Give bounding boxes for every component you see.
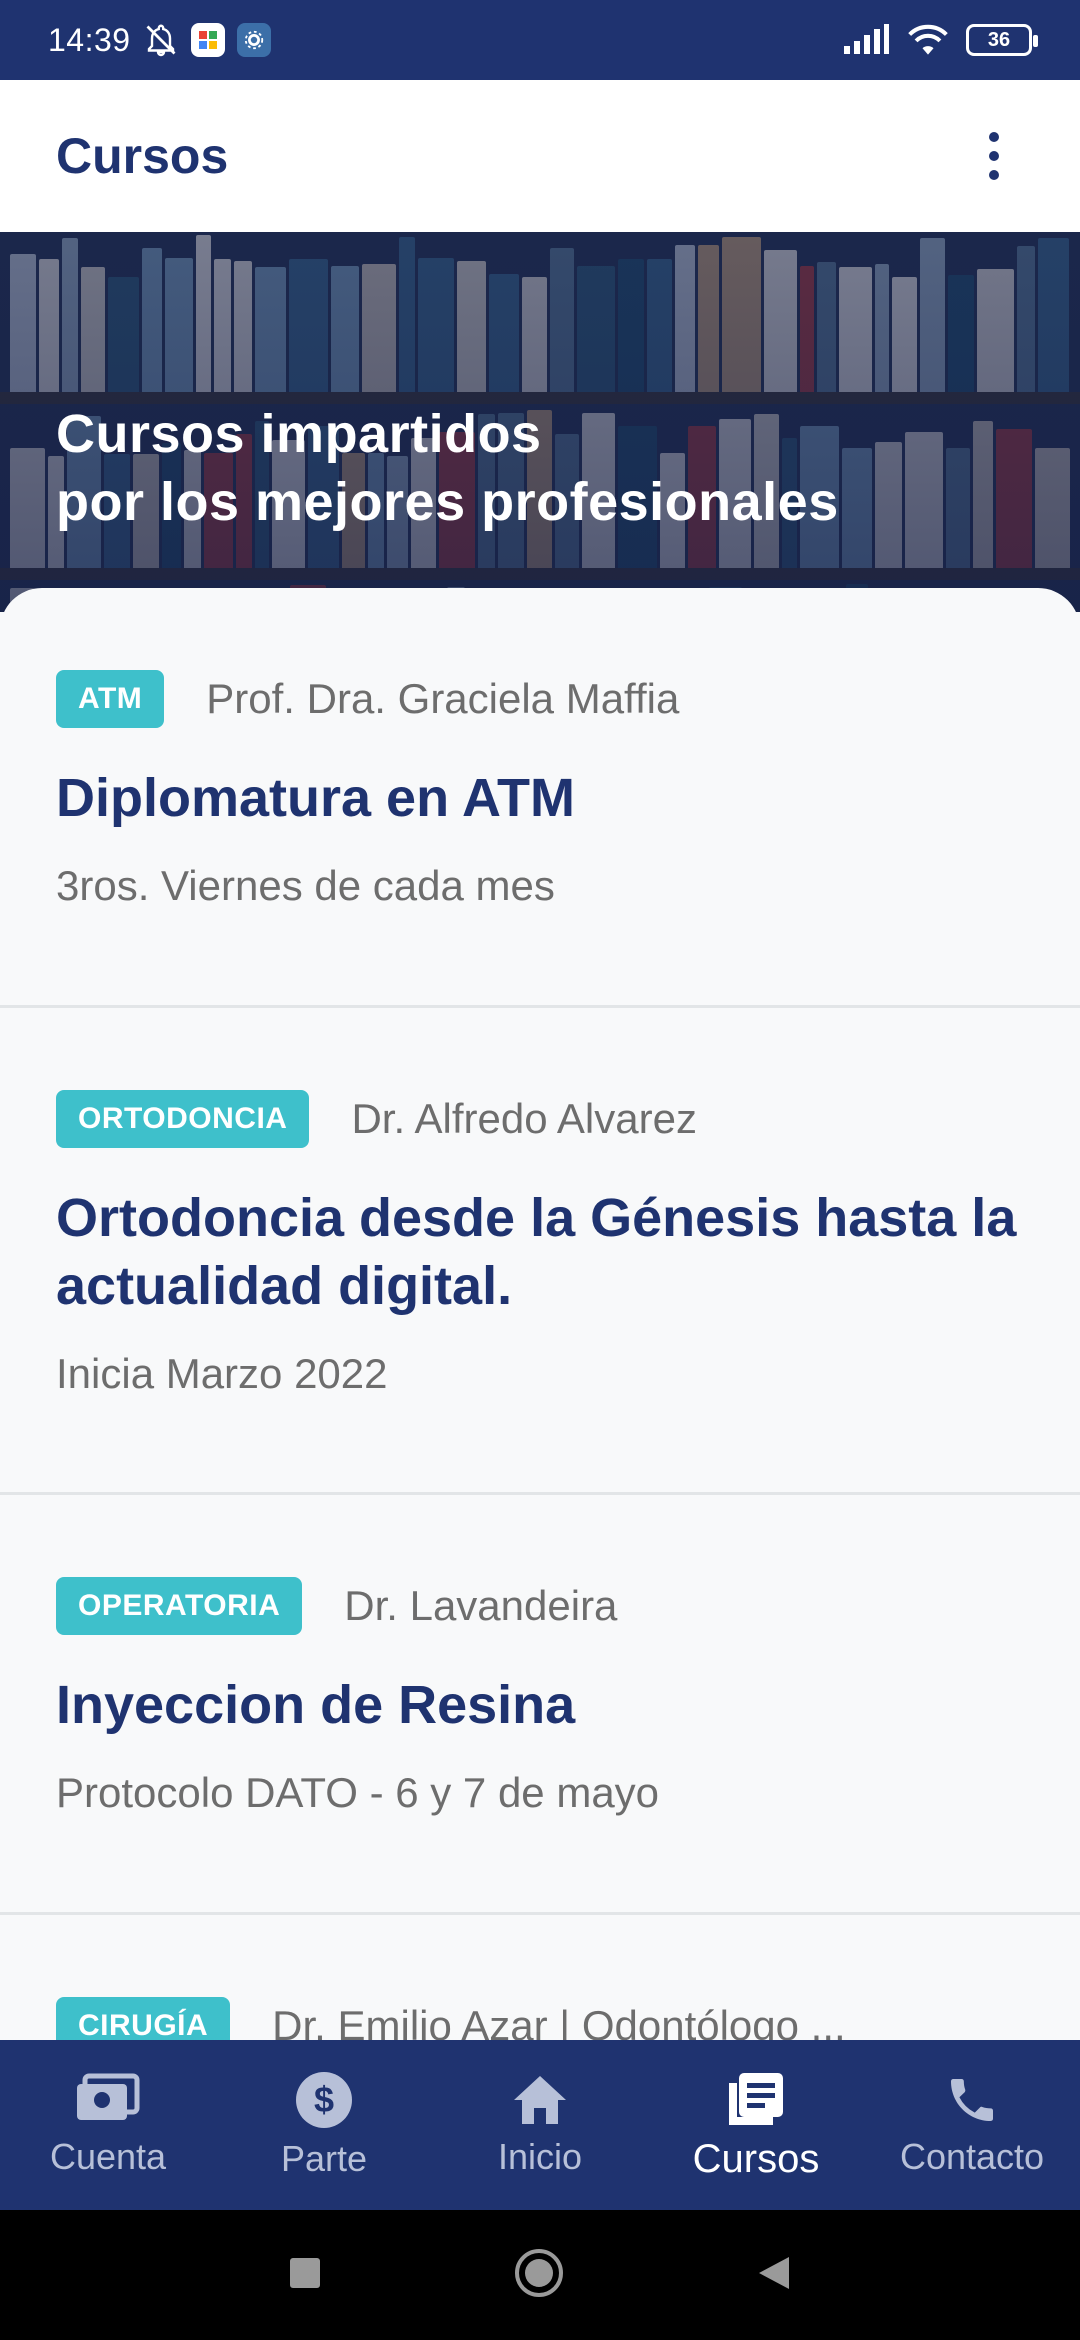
status-bar: 14:39 36 <box>0 0 1080 80</box>
nav-item-parte[interactable]: $ Parte <box>216 2040 432 2210</box>
course-tag: CIRUGÍA <box>56 1997 231 2040</box>
courses-icon <box>725 2069 787 2129</box>
home-icon <box>510 2072 570 2128</box>
battery-icon: 36 <box>966 24 1038 56</box>
course-teacher: Dr. Emilio Azar | Odontólogo ... <box>272 2002 846 2040</box>
course-tag: OPERATORIA <box>56 1577 303 1635</box>
recents-icon[interactable] <box>287 2255 323 2296</box>
course-teacher: Dr. Alfredo Alvarez <box>351 1095 697 1142</box>
nav-label: Cursos <box>692 2136 820 2181</box>
bottom-nav: Cuenta $ Parte Inicio Cursos Contacto <box>0 2040 1080 2210</box>
course-title: Ortodoncia desde la Génesis hasta la act… <box>56 1188 1017 1316</box>
phone-icon <box>944 2072 1000 2128</box>
nav-label: Parte <box>280 2138 368 2179</box>
home-button-icon[interactable] <box>513 2247 565 2304</box>
nav-label: Contacto <box>899 2136 1045 2177</box>
nav-label: Inicio <box>497 2136 583 2177</box>
hero-heading: Cursos impartidos por los mejores profes… <box>56 400 839 536</box>
course-card[interactable]: CIRUGÍA Dr. Emilio Azar | Odontólogo ... <box>0 1915 1080 2040</box>
hero-line-1: Cursos impartidos <box>56 404 542 464</box>
dollar-icon: $ <box>294 2070 354 2130</box>
wifi-icon <box>906 23 950 57</box>
course-title: Diplomatura en ATM <box>56 768 576 828</box>
course-tag: ORTODONCIA <box>56 1090 310 1148</box>
course-tag: ATM <box>56 670 165 728</box>
course-card[interactable]: ATM Prof. Dra. Graciela Maffia Diplomatu… <box>0 588 1080 1008</box>
course-card[interactable]: OPERATORIA Dr. Lavandeira Inyeccion de R… <box>0 1495 1080 1915</box>
battery-level: 36 <box>987 28 1011 51</box>
course-list[interactable]: ATM Prof. Dra. Graciela Maffia Diplomatu… <box>0 588 1080 2040</box>
course-card[interactable]: ORTODONCIA Dr. Alfredo Alvarez Ortodonci… <box>0 1008 1080 1495</box>
course-subtitle: Protocolo DATO - 6 y 7 de mayo <box>56 1769 660 1816</box>
course-title: Inyeccion de Resina <box>56 1675 576 1735</box>
nav-item-cuenta[interactable]: Cuenta <box>0 2040 216 2210</box>
app-icon <box>190 23 225 57</box>
hero-line-2: por los mejores profesionales <box>56 472 839 532</box>
svg-text:$: $ <box>314 2079 334 2120</box>
account-card-icon <box>73 2072 143 2128</box>
system-nav-bar <box>0 2210 1080 2340</box>
course-subtitle: 3ros. Viernes de cada mes <box>56 862 555 909</box>
nav-label: Cuenta <box>49 2136 167 2177</box>
page-title: Cursos <box>56 128 229 184</box>
gear-icon <box>236 23 271 57</box>
bell-off-icon <box>143 22 179 58</box>
app-bar: Cursos <box>0 80 1080 232</box>
course-teacher: Prof. Dra. Graciela Maffia <box>206 675 680 722</box>
hero-banner: Cursos impartidos por los mejores profes… <box>0 232 1080 612</box>
nav-item-inicio[interactable]: Inicio <box>432 2040 648 2210</box>
menu-dot <box>989 132 999 142</box>
menu-dot <box>989 151 999 161</box>
menu-dot <box>989 170 999 180</box>
signal-icon <box>842 24 890 56</box>
more-vert-icon[interactable] <box>964 116 1024 196</box>
course-subtitle: Inicia Marzo 2022 <box>56 1350 388 1397</box>
nav-item-cursos[interactable]: Cursos <box>648 2040 864 2210</box>
back-icon[interactable] <box>755 2253 793 2298</box>
status-time: 14:39 <box>48 21 131 58</box>
course-teacher: Dr. Lavandeira <box>344 1582 618 1629</box>
nav-item-contacto[interactable]: Contacto <box>864 2040 1080 2210</box>
